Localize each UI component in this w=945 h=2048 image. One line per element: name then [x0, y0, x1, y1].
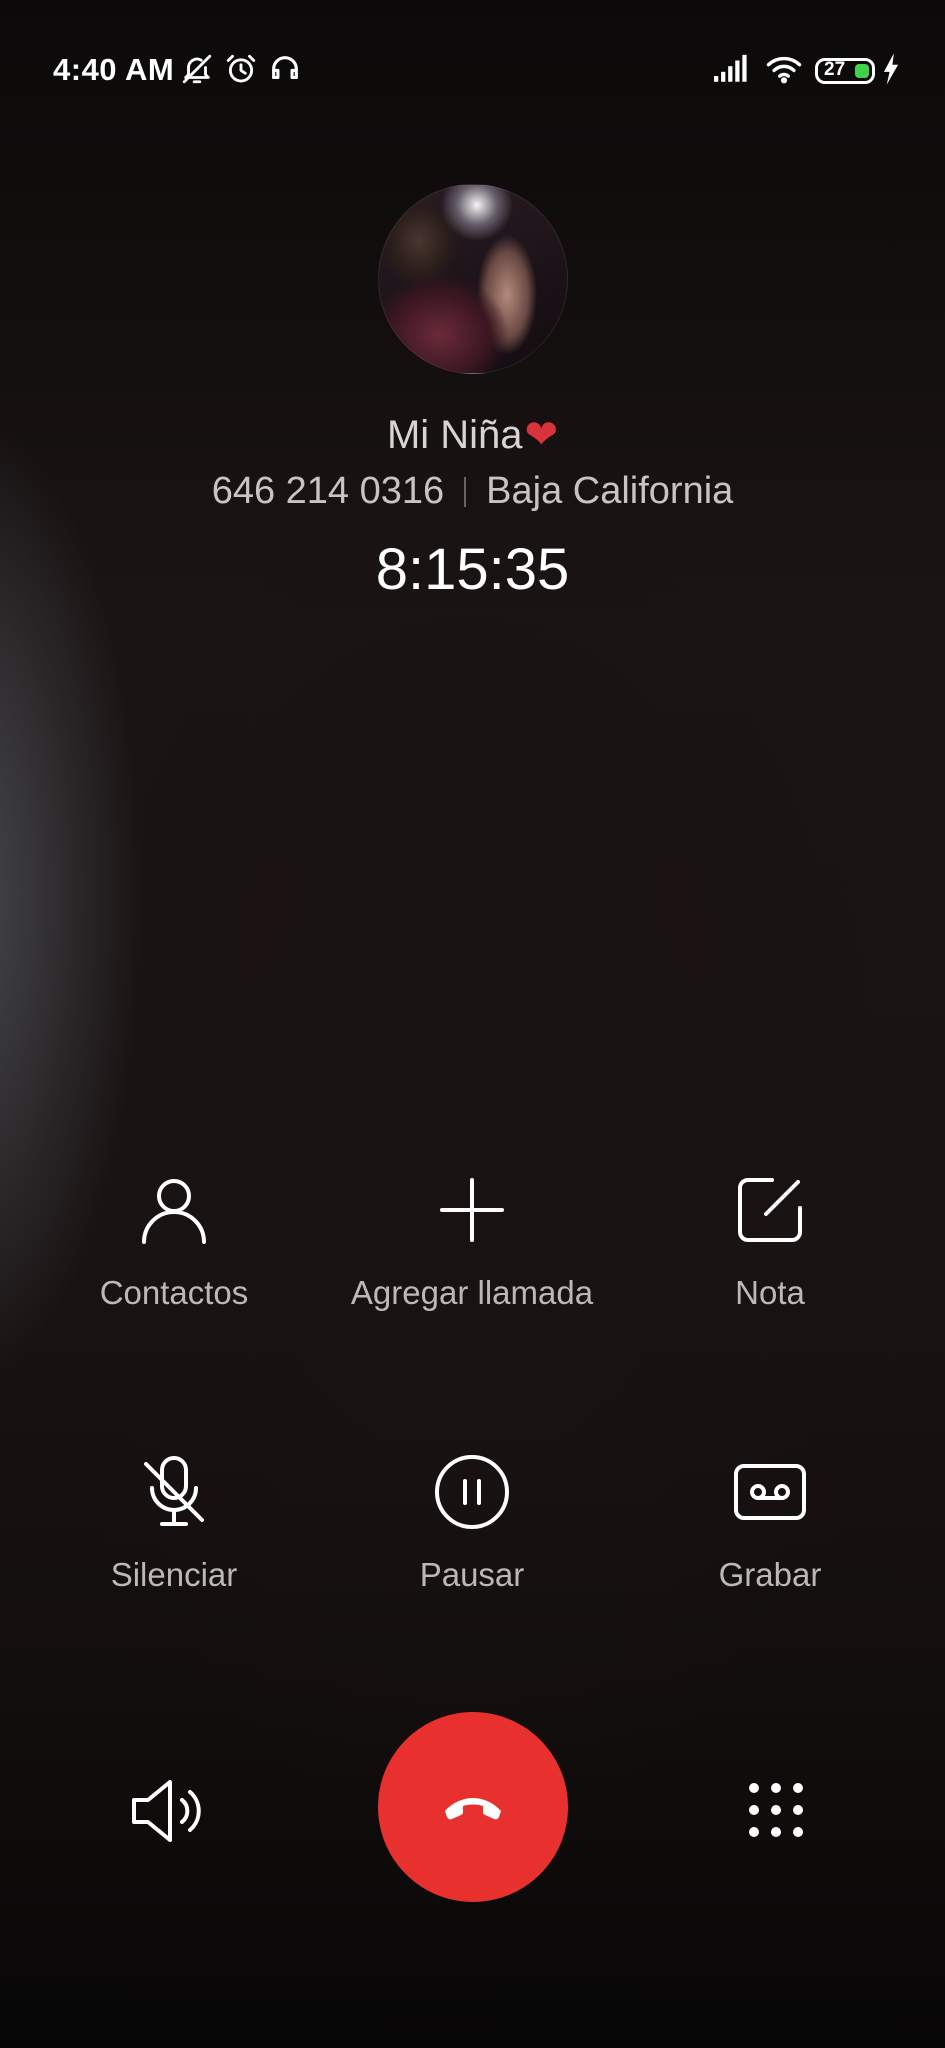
caller-info: 646 214 0316 Baja California — [0, 470, 945, 513]
person-icon — [142, 1179, 206, 1244]
heart-emoji: ❤ — [524, 413, 559, 457]
contacts-button[interactable]: Contactos — [24, 1172, 324, 1312]
caller-location: Baja California — [486, 470, 734, 512]
end-call-button[interactable] — [378, 1712, 568, 1902]
mute-notifications-icon — [180, 52, 214, 86]
battery-fill — [855, 64, 869, 78]
status-time: 4:40 AM — [53, 52, 175, 87]
divider — [464, 477, 467, 507]
record-button[interactable]: Grabar — [620, 1454, 920, 1594]
note-edit-icon — [738, 1178, 802, 1242]
charging-icon — [880, 52, 902, 86]
signal-icon — [712, 52, 750, 86]
note-label: Nota — [735, 1274, 805, 1311]
caller-number: 646 214 0316 — [211, 470, 445, 512]
note-button[interactable]: Nota — [620, 1172, 920, 1312]
hold-label: Pausar — [419, 1556, 525, 1593]
plus-icon — [440, 1178, 504, 1242]
speaker-button[interactable] — [128, 1778, 212, 1844]
battery-level: 27 — [824, 59, 846, 80]
alarm-icon — [224, 52, 258, 86]
add-call-label: Agregar llamada — [350, 1274, 594, 1311]
mute-button[interactable]: Silenciar — [24, 1454, 324, 1594]
dialpad-icon — [749, 1783, 803, 1837]
add-call-button[interactable]: Agregar llamada — [322, 1172, 622, 1312]
mic-off-icon — [144, 1456, 204, 1526]
status-bar: 4:40 AM 27 — [0, 0, 945, 140]
caller-avatar — [378, 184, 568, 374]
caller-name: Mi Niña❤ — [0, 412, 945, 458]
wifi-icon — [764, 52, 804, 86]
mute-label: Silenciar — [110, 1556, 238, 1593]
keypad-button[interactable] — [748, 1782, 804, 1838]
caller-name-text: Mi Niña — [386, 413, 523, 457]
record-tape-icon — [734, 1464, 806, 1520]
record-label: Grabar — [718, 1556, 822, 1593]
speaker-icon — [132, 1780, 201, 1842]
call-duration: 8:15:35 — [375, 537, 570, 602]
in-call-screen: 4:40 AM 27 Mi Niña❤ 646 214 0316 Baja Ca… — [0, 0, 945, 2048]
hang-up-icon — [445, 1798, 501, 1820]
pause-icon — [435, 1455, 509, 1529]
hold-button[interactable]: Pausar — [322, 1454, 622, 1594]
battery-icon: 27 — [815, 58, 875, 84]
contacts-label: Contactos — [99, 1274, 249, 1311]
headphones-icon — [268, 52, 302, 86]
